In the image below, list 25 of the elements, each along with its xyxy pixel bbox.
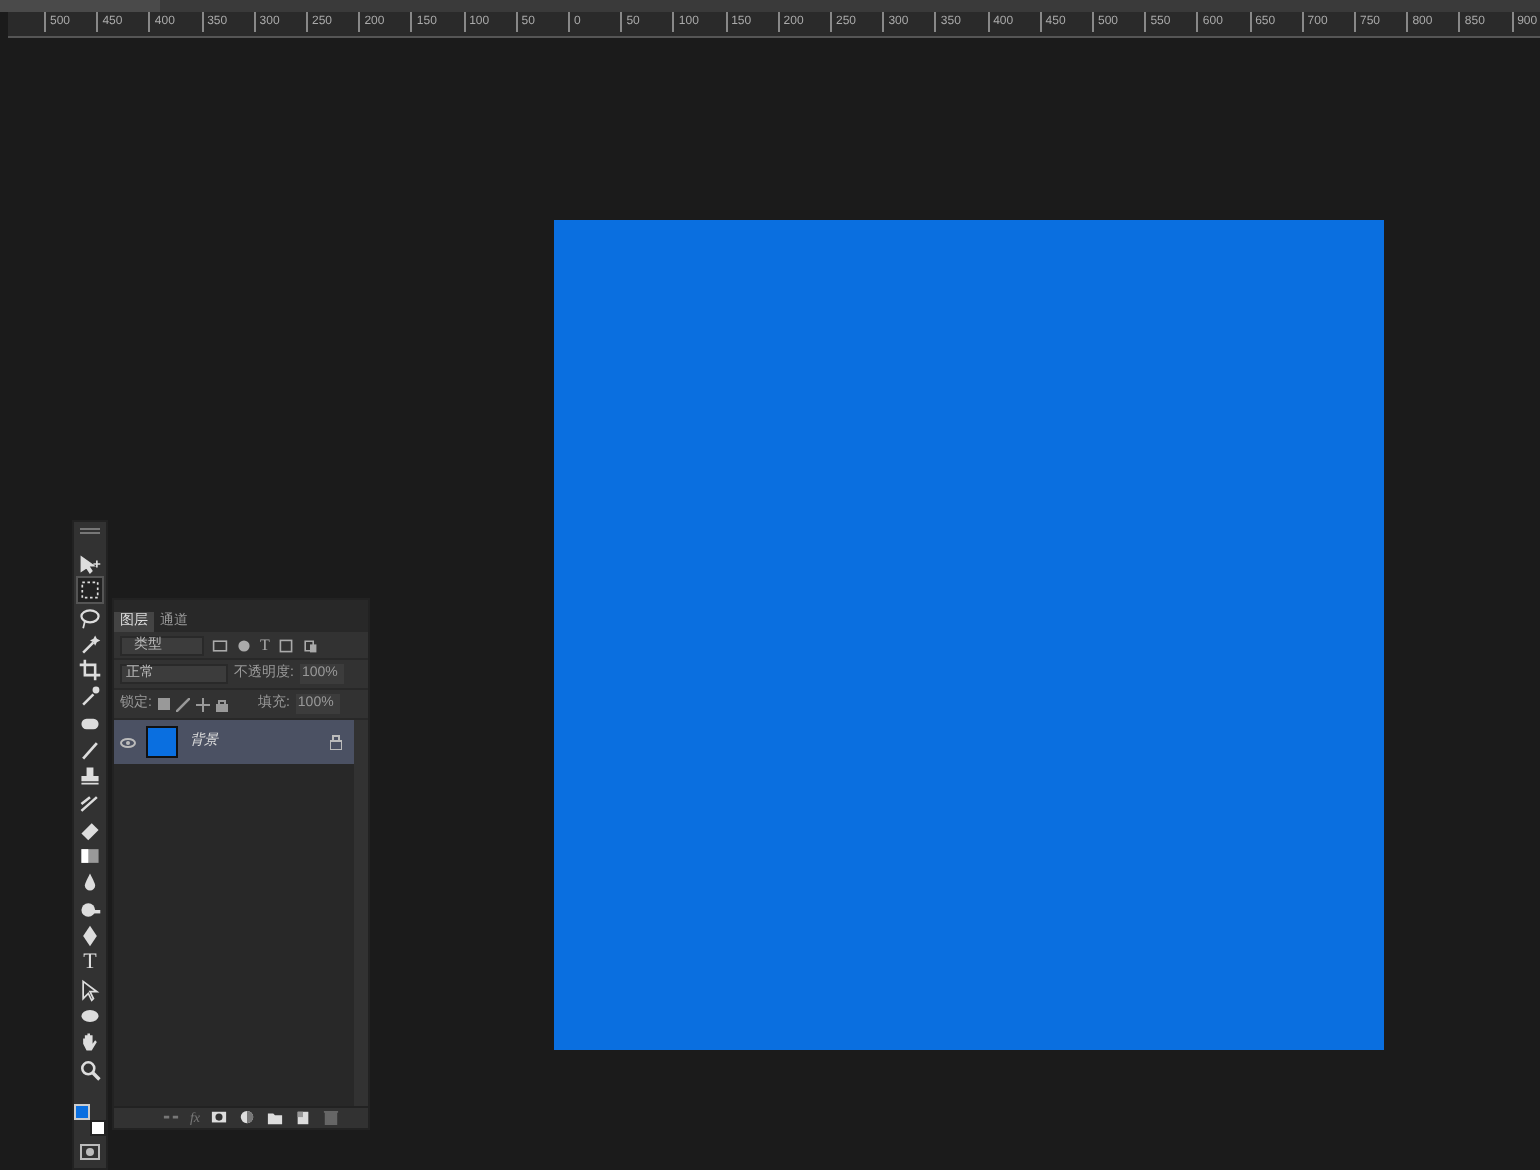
shape-filter-icon[interactable] xyxy=(277,637,294,653)
lock-pixels-icon[interactable] xyxy=(157,697,170,709)
new-icon[interactable] xyxy=(294,1110,312,1126)
lasso-tool-icon[interactable] xyxy=(76,603,104,631)
quick-mask-icon[interactable] xyxy=(80,1143,100,1160)
marquee-tool-icon[interactable] xyxy=(76,576,104,605)
adjust-filter-icon[interactable] xyxy=(236,637,252,653)
path-tool-icon[interactable] xyxy=(76,975,104,1004)
eyedropper-tool-icon[interactable] xyxy=(76,682,104,711)
adjust-icon[interactable] xyxy=(238,1110,256,1126)
lock-icon[interactable] xyxy=(215,697,228,711)
background-color-swatch[interactable] xyxy=(90,1119,106,1136)
foreground-color-swatch[interactable] xyxy=(74,1103,90,1120)
zoom-tool-icon[interactable] xyxy=(76,1055,104,1084)
eye-icon[interactable] xyxy=(120,737,136,747)
stamp-tool-icon[interactable] xyxy=(76,762,104,791)
brush-icon[interactable] xyxy=(175,697,190,711)
type-filter[interactable]: T xyxy=(260,637,270,653)
move-icon[interactable] xyxy=(195,697,210,711)
mask-icon[interactable] xyxy=(210,1110,228,1126)
smart-filter-icon[interactable] xyxy=(301,637,318,653)
crop-tool-icon[interactable] xyxy=(76,656,104,685)
type-tool[interactable]: T xyxy=(76,948,104,977)
image-filter-icon[interactable] xyxy=(212,637,228,653)
folder-icon[interactable] xyxy=(266,1110,284,1126)
